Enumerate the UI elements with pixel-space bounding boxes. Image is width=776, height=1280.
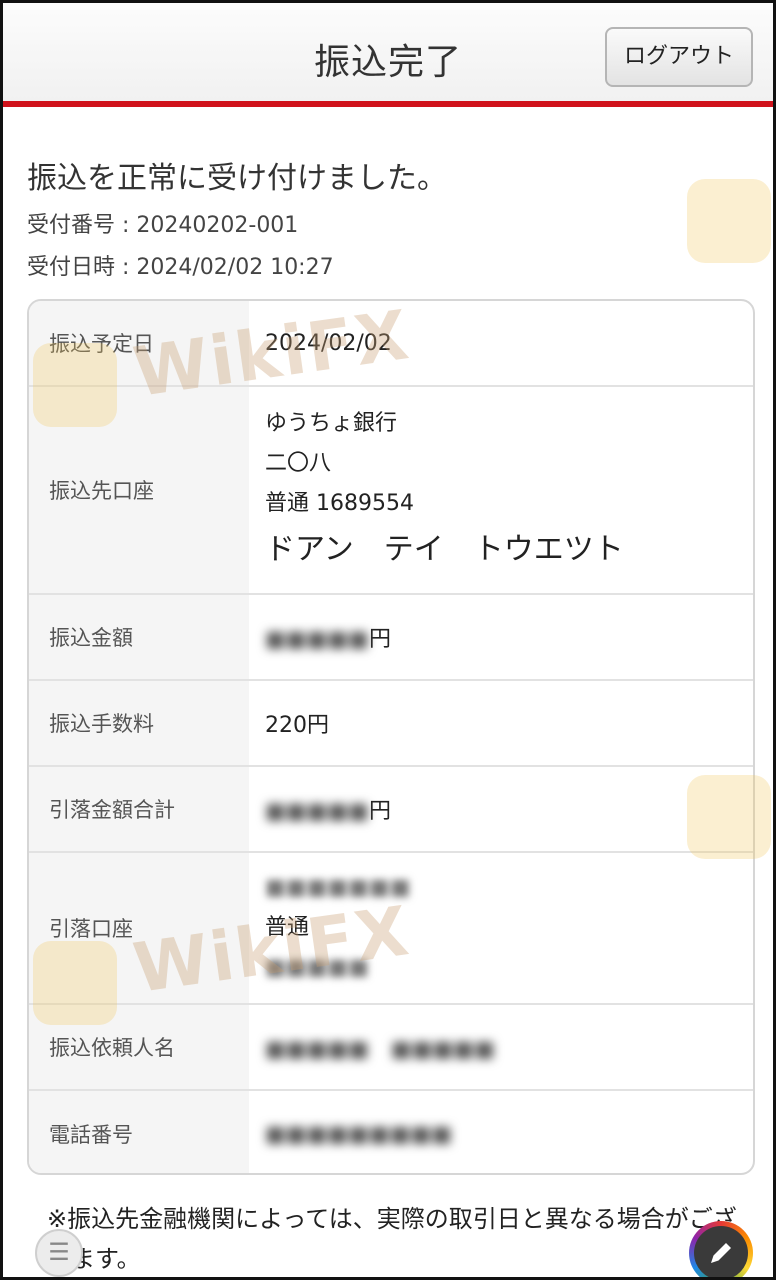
header-bar: 振込完了 ログアウト bbox=[3, 3, 773, 107]
app-screen: 振込完了 ログアウト 振込を正常に受け付けました。 受付番号 : 2024020… bbox=[0, 0, 776, 1280]
receipt-number: 受付番号 : 20240202-001 bbox=[27, 213, 299, 238]
total-redacted: ■■■■■ bbox=[265, 799, 369, 824]
destination-holder: ドアン テイ トウエツト bbox=[265, 532, 624, 567]
row-requester: 振込依頼人名 ■■■■■ ■■■■■ bbox=[29, 1005, 753, 1091]
amount-label: 振込金額 bbox=[29, 595, 249, 679]
row-fee: 振込手数料 220円 bbox=[29, 681, 753, 767]
pencil-icon bbox=[694, 1226, 748, 1277]
destination-account: 普通 1689554 bbox=[265, 491, 414, 516]
amount-unit: 円 bbox=[368, 627, 391, 652]
phone-redacted: ■■■■■■■■■ bbox=[265, 1121, 453, 1147]
destination-branch: 二〇八 bbox=[265, 451, 332, 476]
fee-label: 振込手数料 bbox=[29, 681, 249, 765]
logout-button[interactable]: ログアウト bbox=[605, 27, 753, 87]
watermark-logo-icon bbox=[33, 941, 117, 1025]
disclaimer-note: ※振込先金融機関によっては、実際の取引日と異なる場合がございます。 bbox=[47, 1205, 737, 1273]
row-phone: 電話番号 ■■■■■■■■■ bbox=[29, 1091, 753, 1173]
total-unit: 円 bbox=[368, 799, 391, 824]
row-destination: 振込先口座 ゆうちょ銀行 二〇八 普通 1689554 ドアン テイ トウエツト bbox=[29, 387, 753, 595]
watermark-logo-icon bbox=[687, 179, 771, 263]
destination-bank: ゆうちょ銀行 bbox=[265, 411, 398, 436]
amount-value: ■■■■■円 bbox=[265, 621, 743, 653]
requester-redacted: ■■■■■ ■■■■■ bbox=[265, 1037, 495, 1062]
edit-button[interactable] bbox=[689, 1221, 753, 1277]
completion-message: 振込を正常に受け付けました。 bbox=[27, 161, 447, 196]
total-label: 引落金額合計 bbox=[29, 767, 249, 851]
phone-label: 電話番号 bbox=[29, 1091, 249, 1173]
fee-value: 220円 bbox=[265, 713, 329, 738]
watermark-logo-icon bbox=[33, 343, 117, 427]
total-value: ■■■■■円 bbox=[265, 793, 743, 825]
menu-icon[interactable]: ☰ bbox=[35, 1229, 83, 1277]
row-amount: 振込金額 ■■■■■円 bbox=[29, 595, 753, 681]
row-total: 引落金額合計 ■■■■■円 bbox=[29, 767, 753, 853]
amount-redacted: ■■■■■ bbox=[265, 627, 369, 652]
receipt-datetime: 受付日時 : 2024/02/02 10:27 bbox=[27, 255, 334, 280]
watermark-logo-icon bbox=[687, 775, 771, 859]
transfer-details-table: 振込予定日 2024/02/02 振込先口座 ゆうちょ銀行 二〇八 普通 168… bbox=[27, 299, 755, 1175]
